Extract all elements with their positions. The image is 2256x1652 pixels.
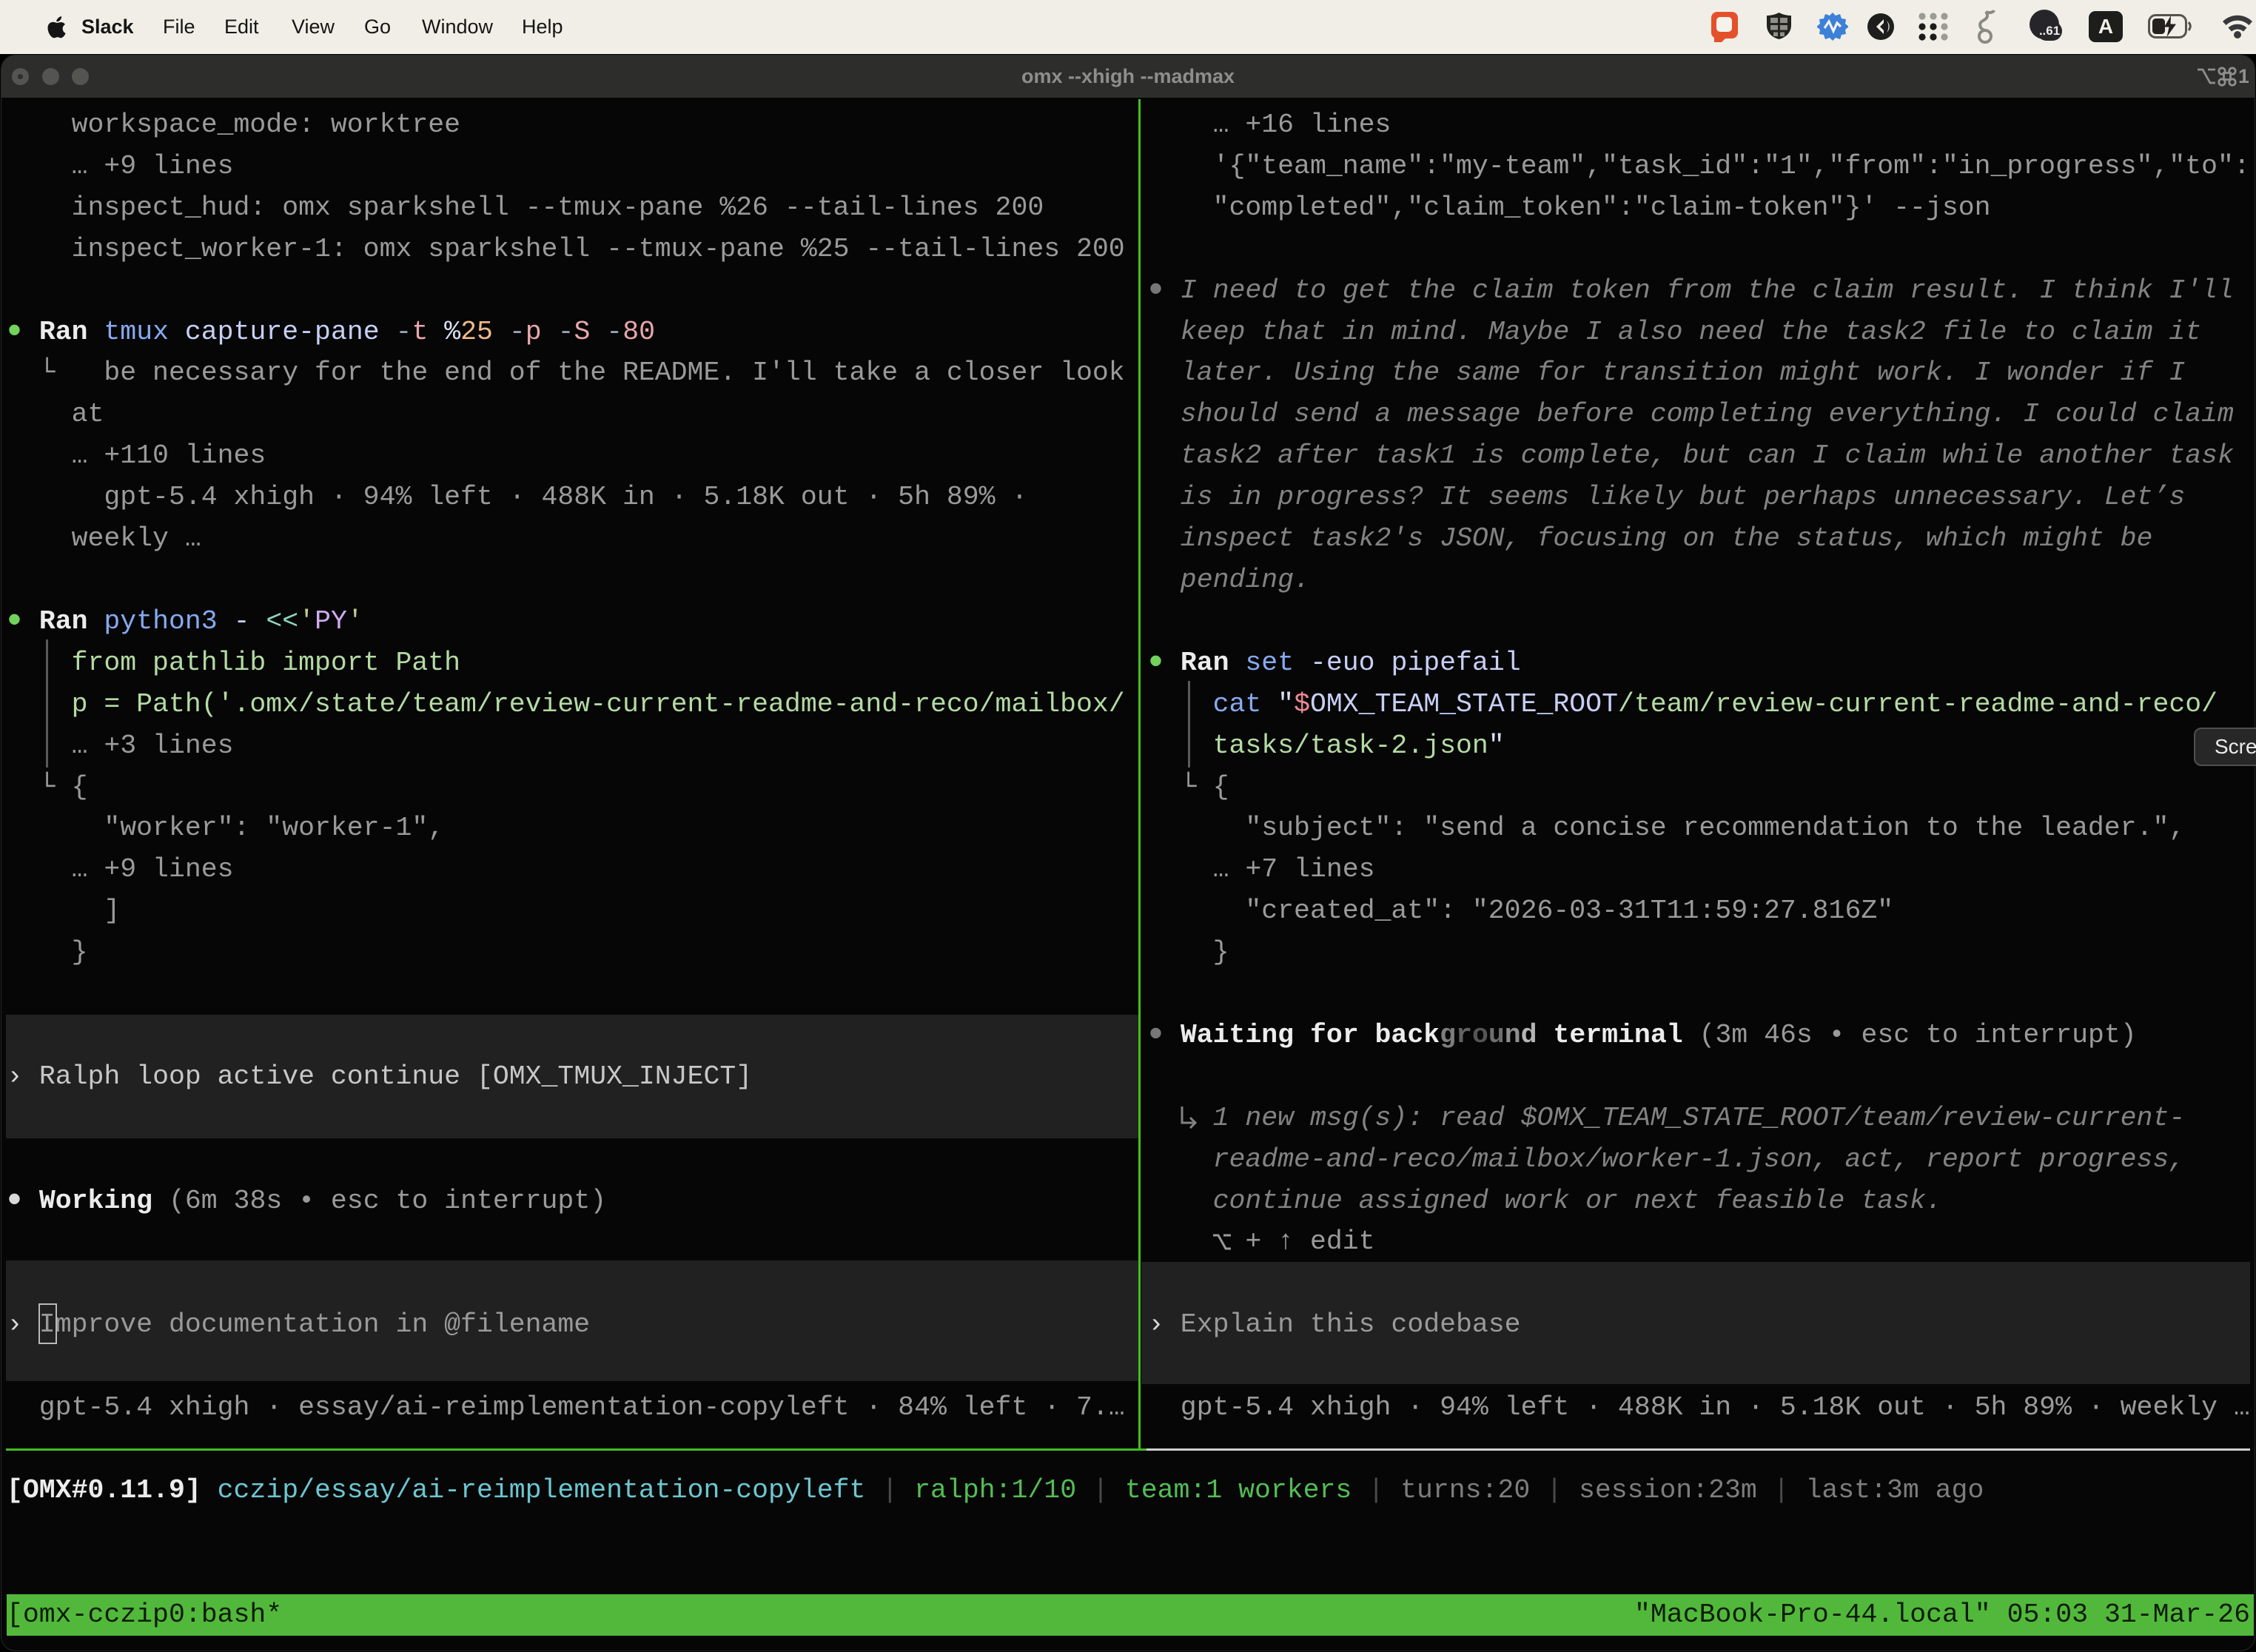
- svg-text:1: 1: [2238, 65, 2249, 87]
